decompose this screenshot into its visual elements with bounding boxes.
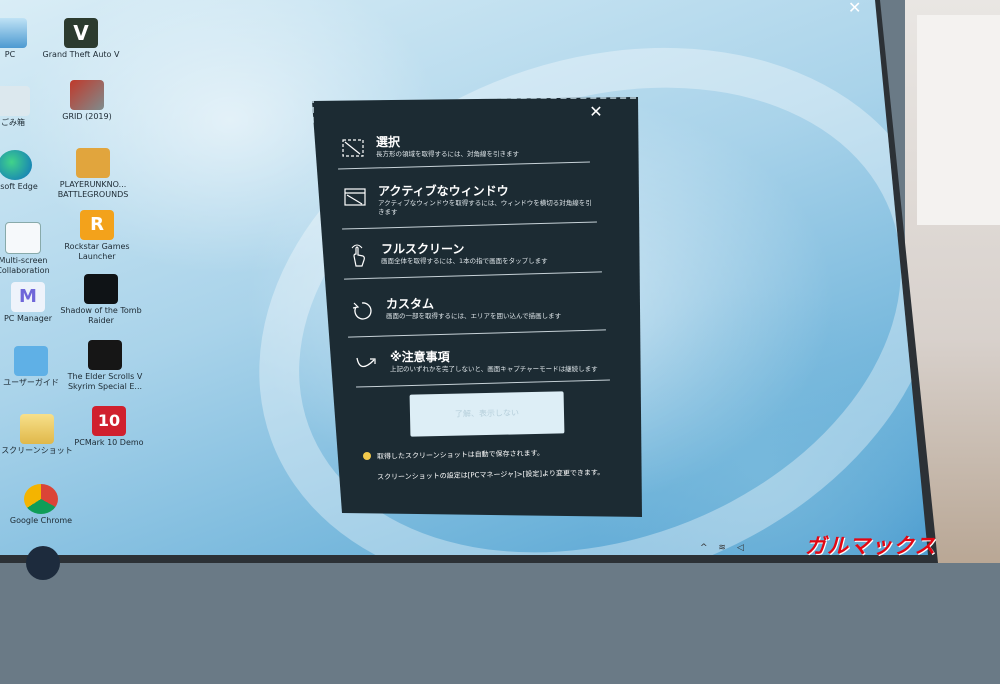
user-guide-icon: [14, 346, 48, 376]
dont-show-again-button[interactable]: 了解、表示しない: [409, 391, 565, 437]
mode-title: ※注意事項: [390, 350, 450, 364]
desktop-icon-label: Rockstar Games Launcher: [64, 242, 130, 261]
desktop-icon-tomb-raider[interactable]: Shadow of the Tomb Raider: [58, 274, 144, 326]
desktop-icon-label: GRID (2019): [62, 112, 112, 121]
desktop-icon-pubg[interactable]: PLAYERUNKNO... BATTLEGROUNDS: [50, 148, 136, 200]
site-watermark: ガルマックス: [805, 534, 937, 558]
gta-icon: V: [64, 18, 98, 48]
mode-custom[interactable]: カスタム 画面の一部を取得するには、エリアを囲い込んで描画します: [350, 295, 610, 325]
tomb-raider-icon: [84, 274, 118, 304]
chevron-up-icon[interactable]: ^: [700, 543, 708, 553]
background-panel: [917, 15, 1000, 225]
chrome-icon: [24, 484, 58, 514]
mode-title: 選択: [376, 135, 401, 149]
screenshot-folder-icon: [20, 414, 54, 444]
desktop-icon-label: PCMark 10 Demo: [74, 438, 144, 447]
desktop-icon-label: PLAYERUNKNO... BATTLEGROUNDS: [57, 180, 129, 199]
volume-icon[interactable]: ◁: [737, 543, 744, 553]
tap-hand-icon: [351, 244, 365, 267]
select-region-icon: [342, 139, 364, 157]
pcmark-icon: 10: [92, 406, 126, 436]
desktop-icon-label: Google Chrome: [9, 516, 73, 525]
mode-title: アクティブなウィンドウ: [378, 184, 509, 198]
mode-description: アクティブなウィンドウを取得するには、ウィンドウを横切る対角線を引きます: [378, 199, 592, 216]
active-window-icon: [344, 188, 366, 206]
desktop-icon-label: Grand Theft Auto V: [42, 50, 120, 59]
grid-icon: [70, 80, 104, 110]
desktop-icon-label: The Elder Scrolls V Skyrim Special E...: [67, 372, 143, 391]
recycle-bin-icon: [0, 86, 30, 116]
window-close-icon[interactable]: ✕: [848, 0, 861, 17]
mode-description: 上記のいずれかを完了しないと、画面キャプチャーモードは継続します: [390, 365, 598, 373]
mode-fullscreen[interactable]: フルスクリーン 画面全体を取得するには、1本の指で画面をタップします: [345, 240, 605, 270]
desktop-icon-grid[interactable]: GRID (2019): [44, 80, 130, 122]
skyrim-icon: [88, 340, 122, 370]
mode-description: 画面全体を取得するには、1本の指で画面をタップします: [381, 257, 548, 265]
pubg-icon: [76, 148, 110, 178]
mode-description: 画面の一部を取得するには、エリアを囲い込んで描画します: [386, 312, 562, 320]
desktop-icon-label: Shadow of the Tomb Raider: [60, 306, 142, 325]
panel-close-button[interactable]: ✕: [586, 102, 606, 122]
wifi-icon[interactable]: ≋: [718, 543, 726, 553]
edge-icon: [0, 150, 32, 180]
info-dot-icon: [363, 452, 371, 460]
mode-description: 長方形の領域を取得するには、対角線を引きます: [376, 150, 519, 158]
mode-active-window[interactable]: アクティブなウィンドウ アクティブなウィンドウを取得するには、ウィンドウを横切る…: [342, 182, 602, 222]
desktop-icon-rockstar[interactable]: R Rockstar Games Launcher: [54, 210, 140, 262]
custom-lasso-icon: [352, 302, 372, 320]
mode-select[interactable]: 選択 長方形の領域を取得するには、対角線を引きます: [340, 133, 600, 163]
mode-title: カスタム: [386, 297, 435, 311]
mode-notice: ※注意事項 上記のいずれかを完了しないと、画面キャプチャーモードは継続します: [354, 348, 614, 378]
multiscreen-icon: [5, 222, 41, 254]
desktop-icon-skyrim[interactable]: The Elder Scrolls V Skyrim Special E...: [62, 340, 148, 392]
taskbar-steam-icon[interactable]: [26, 546, 60, 580]
mode-title: フルスクリーン: [381, 242, 465, 256]
desktop-icon-gta[interactable]: V Grand Theft Auto V: [38, 18, 124, 60]
desktop-icon-pcmark[interactable]: 10 PCMark 10 Demo: [66, 406, 152, 448]
rockstar-icon: R: [80, 210, 114, 240]
desktop-icon-chrome[interactable]: Google Chrome: [0, 484, 84, 526]
curve-arrow-icon: [356, 357, 376, 368]
pc-manager-icon: M: [11, 282, 45, 312]
pc-icon: [0, 18, 27, 48]
